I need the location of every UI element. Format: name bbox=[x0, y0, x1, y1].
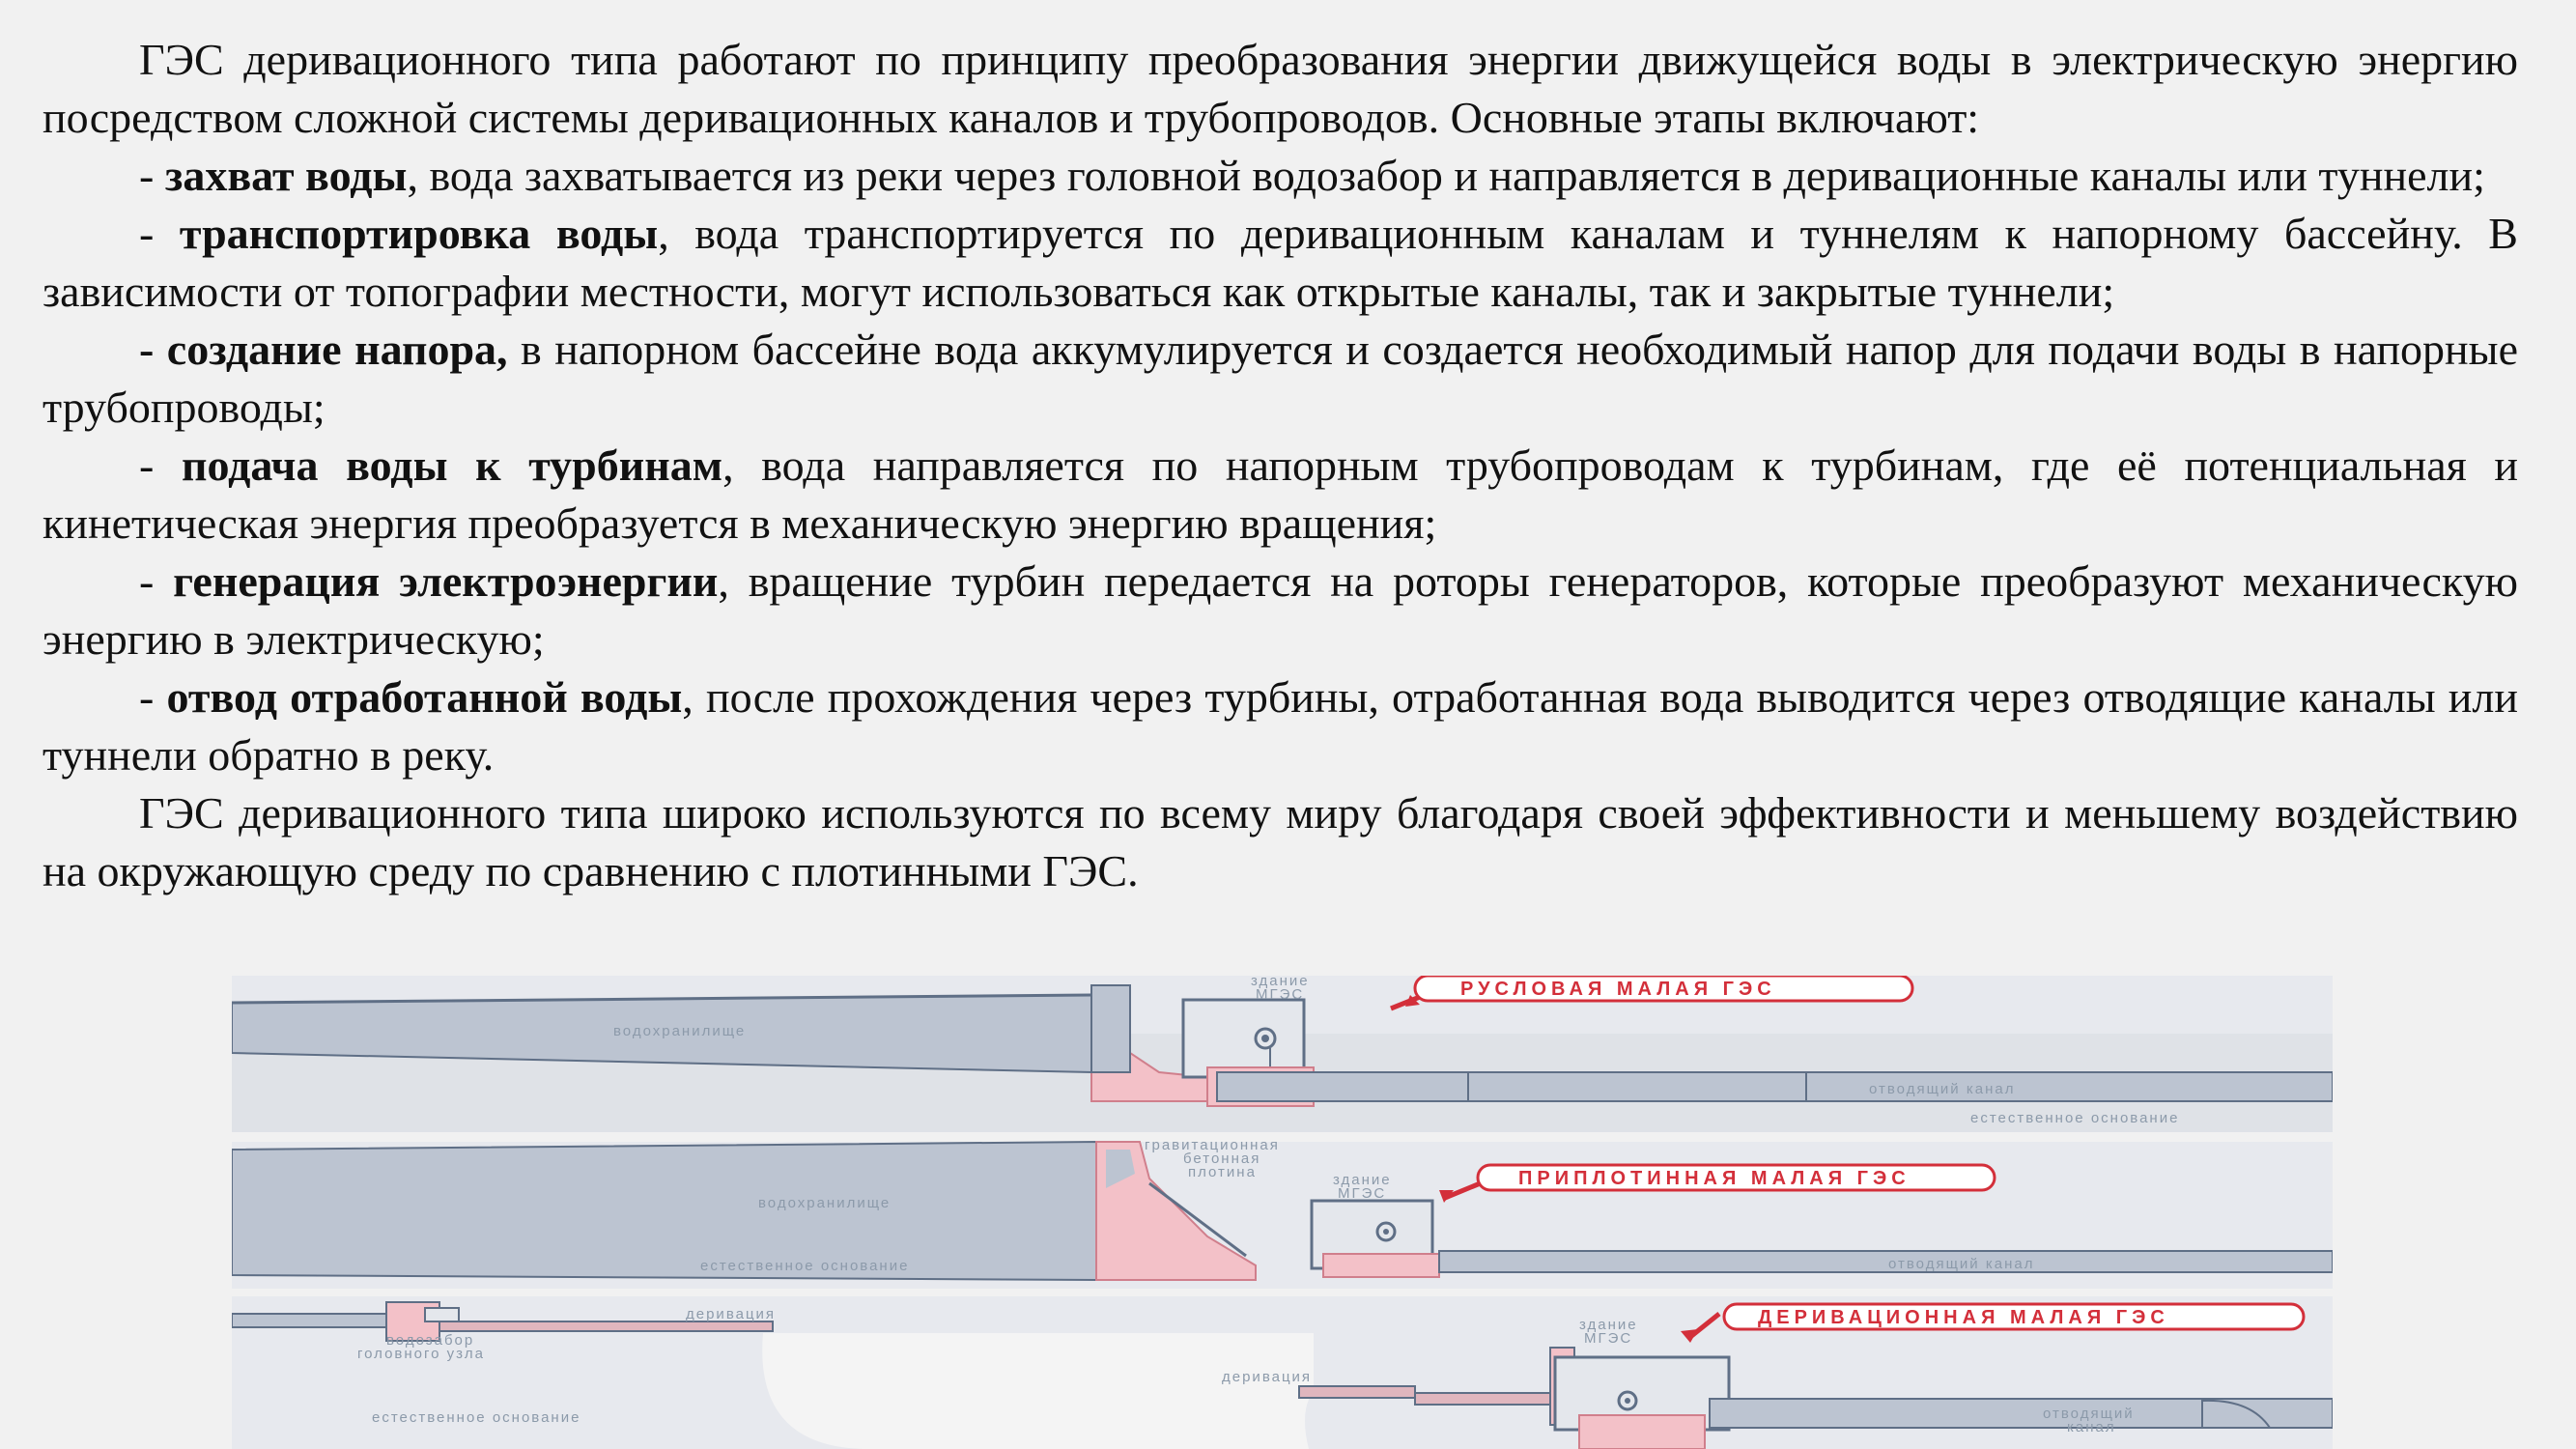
step-term: - создание напора, bbox=[139, 325, 508, 374]
derivation-label: деривация bbox=[1222, 1369, 1312, 1385]
step-item: - создание напора, в напорном бассейне в… bbox=[42, 321, 2518, 437]
step-dash: - bbox=[139, 151, 165, 200]
outlet-label: канал bbox=[2067, 1419, 2116, 1435]
terrain-valley bbox=[762, 1333, 1314, 1449]
reservoir-water bbox=[232, 1140, 1097, 1282]
text-body: ГЭС деривационного типа работают по прин… bbox=[42, 31, 2518, 900]
outlet-channel bbox=[1216, 1071, 2333, 1102]
panel-derivation: деривация водозабор головного узла дерив… bbox=[232, 1296, 2333, 1449]
intake-label: головного узла bbox=[357, 1346, 485, 1362]
building-label: МГЭС bbox=[1584, 1330, 1632, 1347]
outlet-channel bbox=[1438, 1250, 2333, 1273]
step-term: подача воды к турбинам bbox=[181, 440, 723, 490]
conclusion-paragraph: ГЭС деривационного типа широко использую… bbox=[42, 788, 2518, 895]
ground-label: естественное основание bbox=[372, 1409, 580, 1426]
intro-paragraph: ГЭС деривационного типа работают по прин… bbox=[42, 35, 2518, 142]
step-term: генерация электроэнергии bbox=[173, 556, 719, 606]
step-item: - подача воды к турбинам, вода направляе… bbox=[42, 437, 2518, 553]
reservoir-label: водохранилище bbox=[758, 1195, 891, 1211]
derivation-label: деривация bbox=[686, 1306, 776, 1322]
panel-title: РУСЛОВАЯ МАЛАЯ ГЭС bbox=[1460, 979, 1776, 1000]
hydro-diagram: водохранилище здание МГЭС отводящий кана… bbox=[232, 976, 2333, 1449]
outlet-label: отводящий канал bbox=[1869, 1081, 2015, 1097]
step-dash: - bbox=[139, 209, 180, 258]
building-label: МГЭС bbox=[1256, 986, 1304, 1003]
step-item: - генерация электроэнергии, вращение тур… bbox=[42, 553, 2518, 668]
step-term: отвод отработанной воды bbox=[166, 672, 683, 722]
ground-label: естественное основание bbox=[700, 1258, 909, 1274]
slide-page: ГЭС деривационного типа работают по прин… bbox=[0, 0, 2576, 1449]
power-house bbox=[1181, 998, 1306, 1079]
hydro-diagram-svg: водохранилище здание МГЭС отводящий кана… bbox=[232, 976, 2333, 1449]
reservoir-label: водохранилище bbox=[613, 1023, 746, 1039]
step-term: захват воды bbox=[164, 151, 408, 200]
derivation-channel bbox=[439, 1321, 774, 1332]
ground-label: естественное основание bbox=[1970, 1110, 2179, 1126]
panel-run-of-river: водохранилище здание МГЭС отводящий кана… bbox=[232, 976, 2333, 1132]
step-item: - отвод отработанной воды, после прохожд… bbox=[42, 668, 2518, 784]
step-term: транспортировка воды bbox=[179, 209, 659, 258]
building-label: МГЭС bbox=[1338, 1185, 1386, 1202]
step-text: , вода захватывается из реки через голов… bbox=[407, 151, 2485, 200]
step-dash: - bbox=[139, 440, 182, 490]
dam-label: плотина bbox=[1188, 1164, 1257, 1180]
step-item: - захват воды, вода захватывается из рек… bbox=[42, 147, 2518, 205]
outlet-label: отводящий канал bbox=[1888, 1256, 2034, 1272]
step-dash: - bbox=[139, 672, 167, 722]
step-dash: - bbox=[139, 556, 174, 606]
panel-near-dam: гравитационная бетонная плотина здание М… bbox=[232, 1137, 2333, 1289]
step-item: - транспортировка воды, вода транспортир… bbox=[42, 205, 2518, 321]
panel-title: ПРИПЛОТИННАЯ МАЛАЯ ГЭС bbox=[1518, 1168, 1911, 1189]
panel-title: ДЕРИВАЦИОННАЯ МАЛАЯ ГЭС bbox=[1758, 1307, 2169, 1328]
